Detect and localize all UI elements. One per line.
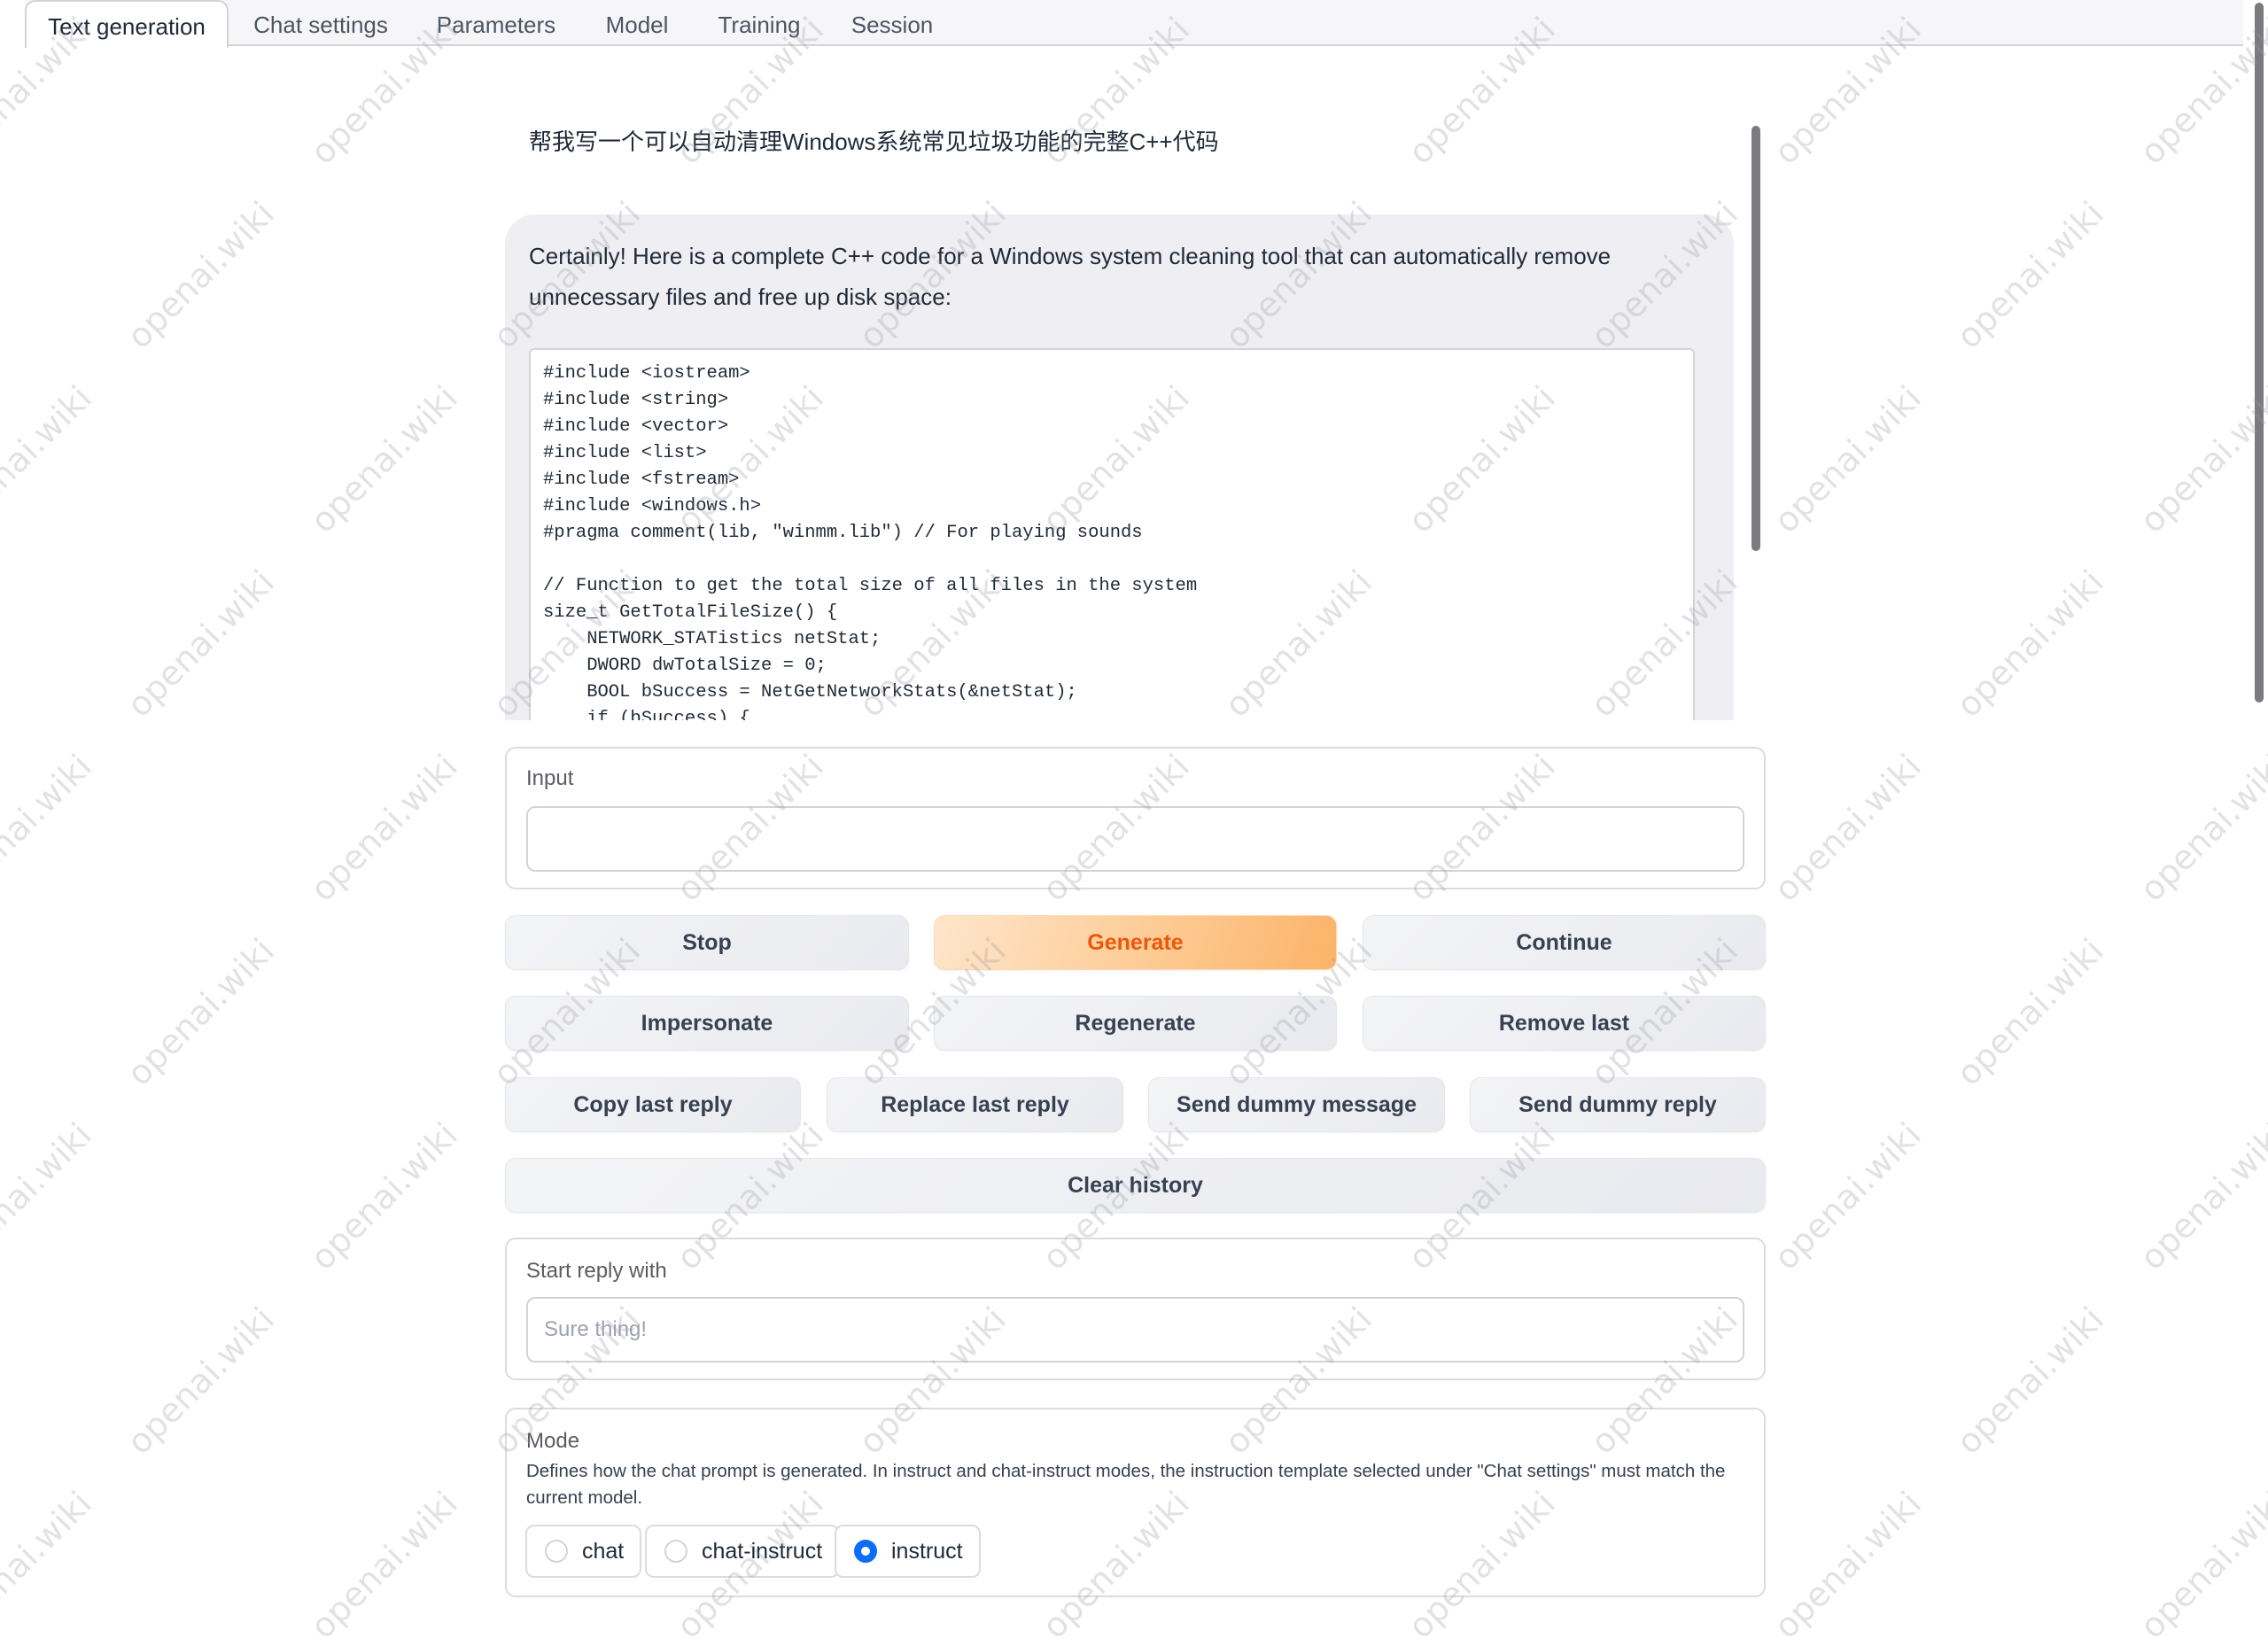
code-line: #include <string> — [543, 390, 729, 410]
watermark-text: openai.wiki — [302, 746, 466, 909]
code-line: DWORD dwTotalSize = 0; — [543, 656, 827, 676]
tab-text-generation[interactable]: Text generation — [25, 0, 229, 48]
watermark-text: openai.wiki — [302, 1114, 466, 1277]
stop-button[interactable]: Stop — [505, 915, 909, 970]
regenerate-button[interactable]: Regenerate — [934, 996, 1337, 1051]
mode-option-chat[interactable]: chat — [525, 1525, 642, 1578]
tab-chat-settings[interactable]: Chat settings — [230, 0, 411, 46]
watermark-text: openai.wiki — [1766, 746, 1930, 909]
watermark-text: openai.wiki — [119, 930, 283, 1093]
copy-last-reply-button[interactable]: Copy last reply — [505, 1077, 801, 1132]
chat-history: 帮我写一个可以自动清理Windows系统常见垃圾功能的完整C++代码 Certa… — [496, 89, 1754, 720]
mode-description: Defines how the chat prompt is generated… — [526, 1461, 1726, 1508]
generate-button[interactable]: Generate — [934, 915, 1337, 970]
watermark-text: openai.wiki — [0, 1114, 100, 1277]
watermark-text: openai.wiki — [1766, 1483, 1930, 1646]
page-scrollbar[interactable] — [2255, 3, 2264, 703]
tab-session[interactable]: Session — [826, 0, 959, 46]
watermark-text: openai.wiki — [2132, 1114, 2268, 1277]
code-line: #include <vector> — [543, 416, 729, 437]
watermark-text: openai.wiki — [2132, 1483, 2268, 1646]
watermark-text: openai.wiki — [2132, 746, 2268, 909]
input-block: Input — [505, 747, 1766, 889]
replace-last-reply-button[interactable]: Replace last reply — [827, 1077, 1123, 1132]
radio-checked-icon[interactable] — [854, 1540, 877, 1563]
bot-message-text: Certainly! Here is a complete C++ code f… — [529, 243, 1612, 310]
mode-option-label: chat-instruct — [702, 1538, 823, 1564]
code-line: NETWORK_STATistics netStat; — [543, 629, 882, 649]
watermark-text: openai.wiki — [1766, 1114, 1930, 1277]
input-label: Input — [526, 766, 574, 790]
watermark-text: openai.wiki — [119, 193, 283, 356]
watermark-text: openai.wiki — [119, 562, 283, 725]
bot-message-bubble: Certainly! Here is a complete C++ code f… — [505, 214, 1734, 720]
watermark-text: openai.wiki — [302, 1483, 466, 1646]
impersonate-button[interactable]: Impersonate — [505, 996, 909, 1051]
watermark-text: openai.wiki — [1948, 930, 2112, 1093]
code-line: if (bSuccess) { — [543, 709, 750, 720]
mode-option-chat-instruct[interactable]: chat-instruct — [645, 1525, 841, 1578]
tab-parameters[interactable]: Parameters — [412, 0, 580, 46]
watermark-text: openai.wiki — [119, 1299, 283, 1462]
start-reply-input[interactable] — [526, 1297, 1744, 1363]
send-dummy-message-button[interactable]: Send dummy message — [1148, 1077, 1445, 1132]
radio-unchecked-icon[interactable] — [664, 1540, 687, 1563]
watermark-text: openai.wiki — [302, 377, 466, 540]
code-block: #include <iostream> #include <string> #inc… — [529, 348, 1695, 720]
code-line: // Function to get the total size of all… — [543, 576, 1198, 596]
mode-option-label: instruct — [891, 1538, 963, 1564]
tab-training[interactable]: Training — [694, 0, 825, 46]
start-reply-block: Start reply with — [505, 1238, 1766, 1380]
code-line: size_t GetTotalFileSize() { — [543, 602, 838, 623]
watermark-text: openai.wiki — [0, 377, 100, 540]
clear-history-button[interactable]: Clear history — [505, 1158, 1766, 1213]
user-message: 帮我写一个可以自动清理Windows系统常见垃圾功能的完整C++代码 — [529, 128, 1219, 155]
watermark-text: openai.wiki — [0, 1483, 100, 1646]
code-line: #include <iostream> — [543, 363, 750, 384]
input-textbox[interactable] — [526, 806, 1744, 872]
watermark-text: openai.wiki — [1948, 193, 2112, 356]
send-dummy-reply-button[interactable]: Send dummy reply — [1470, 1077, 1766, 1132]
code-line: #include <fstream> — [543, 470, 740, 490]
code-line: BOOL bSuccess = NetGetNetworkStats(&netS… — [543, 682, 1077, 703]
watermark-text: openai.wiki — [2132, 377, 2268, 540]
code-line: #include <list> — [543, 443, 707, 463]
remove-last-button[interactable]: Remove last — [1363, 996, 1766, 1051]
mode-option-label: chat — [582, 1538, 625, 1564]
mode-label: Mode — [526, 1429, 580, 1453]
radio-unchecked-icon[interactable] — [545, 1540, 568, 1563]
watermark-text: openai.wiki — [1948, 1299, 2112, 1462]
mode-block: Mode Defines how the chat prompt is gene… — [505, 1408, 1766, 1597]
chat-scrollbar[interactable] — [1751, 126, 1760, 551]
start-reply-label: Start reply with — [526, 1259, 667, 1283]
mode-option-instruct[interactable]: instruct — [835, 1525, 981, 1578]
watermark-text: openai.wiki — [1766, 377, 1930, 540]
continue-button[interactable]: Continue — [1363, 915, 1766, 970]
code-line: #include <windows.h> — [543, 496, 762, 516]
watermark-text: openai.wiki — [0, 746, 100, 909]
watermark-text: openai.wiki — [1948, 562, 2112, 725]
code-line: #pragma comment(lib, "winmm.lib") // For… — [543, 523, 1143, 543]
tab-model[interactable]: Model — [581, 0, 693, 46]
